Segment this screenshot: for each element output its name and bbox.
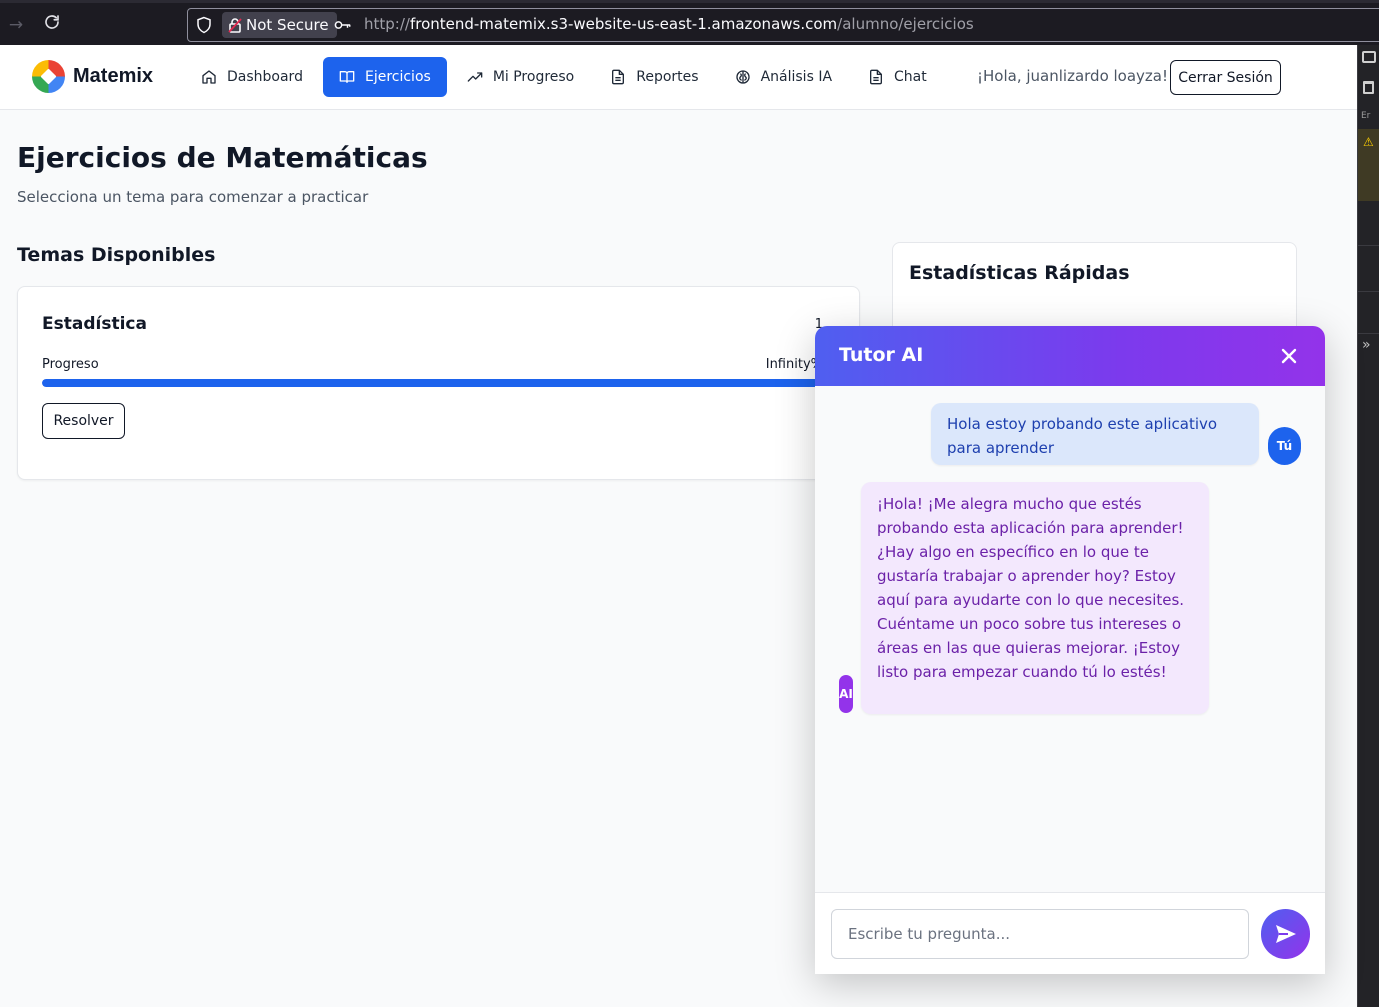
page-title: Ejercicios de Matemáticas — [17, 141, 428, 174]
file-text-icon — [870, 69, 883, 85]
warning-icon: ⚠ — [1363, 135, 1374, 149]
ai-avatar: AI — [839, 675, 853, 713]
brand[interactable]: Matemix — [32, 60, 153, 93]
topics-section-title: Temas Disponibles — [17, 244, 216, 266]
nav-dashboard[interactable]: Dashboard — [185, 57, 319, 97]
nav-analisis-ia[interactable]: Análisis IA — [719, 57, 848, 97]
brand-name: Matemix — [73, 65, 154, 87]
url-host: frontend-matemix.s3-website-us-east-1.am… — [409, 15, 838, 33]
devtools-warning-row[interactable]: ⚠ — [1358, 129, 1379, 201]
nav-chat-label: Chat — [894, 69, 927, 85]
chat-header: Tutor AI — [815, 326, 1325, 386]
key-icon[interactable] — [334, 17, 352, 33]
book-icon — [339, 71, 355, 83]
url-bar[interactable]: Not Secure http://frontend-matemix.s3-we… — [187, 8, 1379, 42]
ai-message: ¡Hola! ¡Me alegra mucho que estés proban… — [861, 482, 1209, 714]
quick-stats-title: Estadísticas Rápidas — [909, 262, 1130, 284]
nav-mi-progreso[interactable]: Mi Progreso — [451, 57, 590, 97]
brain-icon — [735, 70, 750, 84]
trash-icon[interactable] — [1363, 81, 1374, 94]
url-text[interactable]: http://frontend-matemix.s3-website-us-ea… — [364, 15, 974, 33]
devtools-panel: Er ⚠ » — [1357, 45, 1379, 1007]
topic-name: Estadística — [42, 314, 147, 334]
app-header: Matemix Dashboard Ejercicios Mi Progreso… — [0, 45, 1357, 110]
progress-label: Progreso — [42, 357, 99, 372]
chevron-right-icon[interactable]: » — [1362, 337, 1371, 353]
progress-bar — [42, 379, 825, 387]
topic-card: Estadística 1 Progreso Infinity% Resolve… — [17, 286, 860, 480]
progress-bar-fill — [42, 379, 825, 387]
resolver-button[interactable]: Resolver — [42, 403, 125, 439]
tutor-chat-panel: Tutor AI Hola estoy probando este aplica… — [815, 326, 1325, 974]
nav-analisis-ia-label: Análisis IA — [760, 69, 833, 85]
user-message: Hola estoy probando este aplicativo para… — [931, 403, 1259, 465]
browser-toolbar: → Not Secure http://frontend-matemix.s3-… — [0, 0, 1379, 45]
not-secure-badge[interactable]: Not Secure — [222, 12, 337, 38]
url-scheme: http:// — [364, 15, 410, 33]
devtools-divider — [1358, 291, 1379, 292]
nav-reportes[interactable]: Reportes — [594, 57, 714, 97]
forward-icon[interactable]: → — [4, 13, 28, 37]
nav-reportes-label: Reportes — [636, 69, 699, 85]
chat-input[interactable] — [831, 909, 1249, 959]
nav-ejercicios[interactable]: Ejercicios — [322, 57, 447, 97]
close-icon[interactable] — [1279, 346, 1299, 366]
devtools-label: Er — [1361, 111, 1371, 121]
devtools-divider — [1358, 333, 1379, 334]
nav-chat[interactable]: Chat — [852, 57, 943, 97]
nav-dashboard-label: Dashboard — [227, 69, 303, 85]
send-button[interactable] — [1261, 909, 1310, 959]
logo-icon — [32, 60, 65, 93]
file-text-icon — [612, 69, 625, 85]
nav-mi-progreso-label: Mi Progreso — [492, 69, 575, 85]
logout-button[interactable]: Cerrar Sesión — [1170, 60, 1281, 95]
lock-insecure-icon — [228, 18, 242, 33]
devtools-divider — [1358, 245, 1379, 246]
chat-title: Tutor AI — [839, 344, 924, 366]
security-label: Not Secure — [246, 16, 329, 34]
chat-messages[interactable]: Hola estoy probando este aplicativo para… — [815, 386, 1325, 892]
url-path: /alumno/ejercicios — [837, 15, 974, 33]
chat-input-bar — [815, 892, 1325, 974]
user-avatar: Tú — [1268, 427, 1301, 465]
reload-icon[interactable] — [40, 13, 64, 37]
shield-icon[interactable] — [195, 16, 213, 34]
send-icon — [1275, 925, 1296, 943]
devtools-pick-icon[interactable] — [1362, 51, 1376, 63]
home-icon — [202, 70, 216, 84]
trending-up-icon — [467, 72, 483, 82]
page-subtitle: Selecciona un tema para comenzar a pract… — [17, 188, 369, 206]
user-greeting: ¡Hola, juanlizardo loayza! — [977, 67, 1169, 85]
main-nav: Dashboard Ejercicios Mi Progreso Reporte… — [185, 57, 947, 97]
nav-ejercicios-label: Ejercicios — [364, 69, 431, 85]
